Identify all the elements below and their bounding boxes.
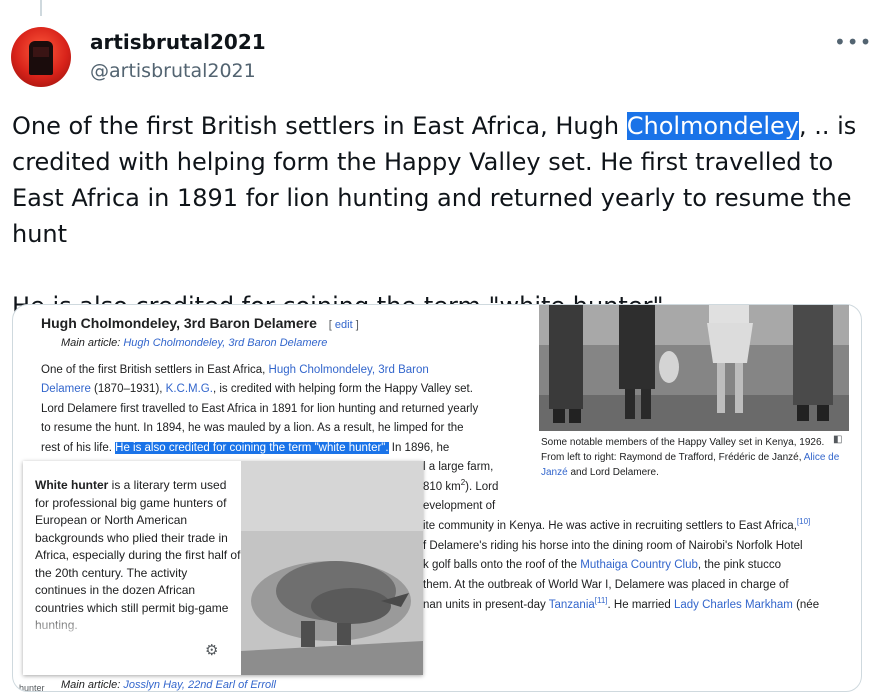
wiki-line: rest of his life. He is also credited fo…	[41, 442, 450, 454]
wiki-line: 810 km2). Lord	[423, 478, 499, 493]
citation-link[interactable]: [11]	[595, 596, 608, 605]
avatar-figure-visor	[33, 47, 49, 57]
edit-link[interactable]: [ edit ]	[329, 319, 359, 331]
main-article-note: Main article: Hugh Cholmondeley, 3rd Bar…	[61, 337, 327, 349]
main-article-link[interactable]: Hugh Cholmondeley, 3rd Baron Delamere	[123, 337, 327, 349]
photo-caption: Some notable members of the Happy Valley…	[541, 437, 840, 478]
thread-line	[40, 0, 42, 16]
rhino-photo-graphic	[241, 461, 423, 675]
selected-text: He is also credited for coining the term…	[115, 442, 389, 454]
wiki-section-title-text: Hugh Cholmondeley, 3rd Baron Delamere	[41, 315, 317, 331]
selected-text: Cholmondeley	[626, 112, 799, 140]
hover-preview-popup[interactable]: White hunter is a literary term used for…	[23, 461, 423, 675]
wiki-line: l a large farm,	[423, 461, 494, 473]
wiki-link[interactable]: Delamere	[41, 383, 91, 395]
tweet-paragraph-1: One of the first British settlers in Eas…	[12, 108, 872, 252]
gear-icon[interactable]: ⚙	[205, 641, 218, 659]
enlarge-icon[interactable]: ◧	[833, 434, 842, 445]
avatar[interactable]	[11, 27, 71, 87]
wiki-line: to resume the hunt. In 1894, he was maul…	[41, 422, 464, 434]
main-article-note-2: Main article: Josslyn Hay, 22nd Earl of …	[61, 679, 276, 691]
display-name[interactable]: artisbrutal2021	[90, 30, 266, 54]
wiki-line: f Delamere's riding his horse into the d…	[423, 540, 803, 552]
happy-valley-photo[interactable]	[539, 305, 849, 431]
tweet-text-part: One of the first British settlers in Eas…	[12, 112, 627, 140]
main-article-prefix: Main article:	[61, 679, 121, 691]
wiki-line: ite community in Kenya. He was active in…	[423, 517, 811, 532]
wiki-link[interactable]: Hugh Cholmondeley, 3rd Baron	[269, 364, 429, 376]
happy-valley-photo-graphic	[539, 305, 849, 431]
edit-link-label: edit	[334, 319, 353, 331]
main-article-link-2[interactable]: Josslyn Hay, 22nd Earl of Erroll	[123, 679, 276, 691]
wiki-line: k golf balls onto the roof of the Muthai…	[423, 559, 782, 571]
popup-term: White hunter	[35, 478, 109, 492]
popup-fade	[23, 611, 253, 641]
tweet-media-image[interactable]: Hugh Cholmondeley, 3rd Baron Delamere [ …	[12, 304, 862, 692]
wiki-link[interactable]: Tanzania	[549, 599, 595, 611]
wiki-line: Delamere (1870–1931), K.C.M.G., is credi…	[41, 383, 473, 395]
wiki-line: One of the first British settlers in Eas…	[41, 364, 429, 376]
wiki-line: evelopment of	[423, 500, 496, 512]
wiki-line: Lord Delamere first travelled to East Af…	[41, 403, 479, 415]
rhino-photo	[241, 461, 423, 675]
main-article-prefix: Main article:	[61, 337, 121, 349]
hunter-label: hunter	[19, 683, 45, 692]
user-handle[interactable]: @artisbrutal2021	[90, 60, 256, 82]
wiki-section-title: Hugh Cholmondeley, 3rd Baron Delamere [ …	[41, 315, 359, 331]
citation-link[interactable]: [10]	[797, 517, 810, 526]
wiki-link[interactable]: Lady Charles Markham	[674, 599, 793, 611]
tweet-text: One of the first British settlers in Eas…	[12, 108, 872, 324]
wiki-line: nan units in present-day Tanzania[11]. H…	[423, 596, 820, 611]
wiki-link[interactable]: Muthaiga Country Club	[580, 559, 698, 571]
wiki-link[interactable]: K.C.M.G.	[166, 383, 213, 395]
more-horizontal-icon[interactable]: •••	[834, 30, 872, 54]
wiki-line: them. At the outbreak of World War I, De…	[423, 579, 789, 591]
